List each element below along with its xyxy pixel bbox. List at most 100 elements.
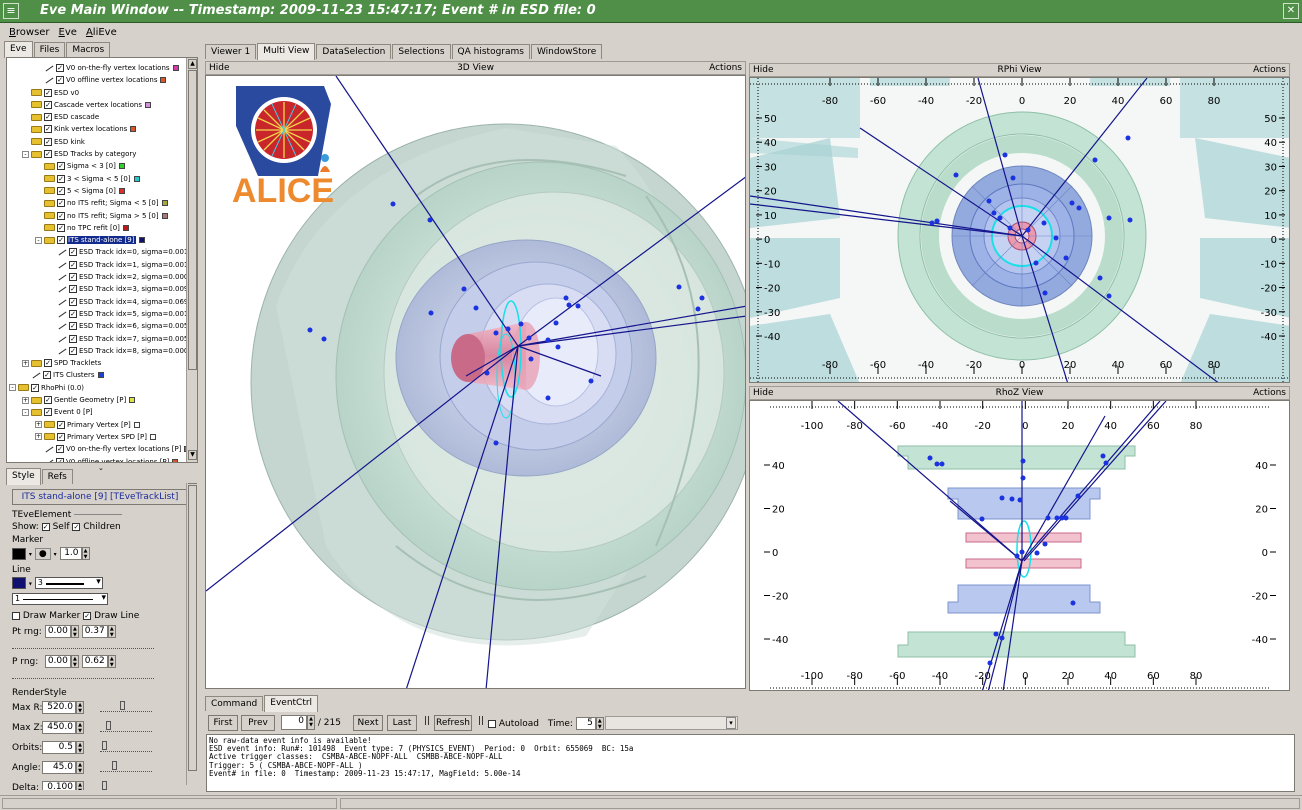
tree-item[interactable]: - ✓ ESD Tracks by category bbox=[9, 148, 185, 160]
scroll-down-icon[interactable]: ▼ bbox=[188, 450, 197, 460]
render-param-slider[interactable] bbox=[100, 721, 152, 732]
tree-item[interactable]: ✓ ESD kink bbox=[9, 136, 185, 148]
tree-item[interactable]: - ✓ RhoPhi (0.0) bbox=[9, 382, 185, 394]
visibility-checkbox[interactable]: ✓ bbox=[44, 125, 52, 134]
visibility-checkbox[interactable]: ✓ bbox=[69, 297, 77, 306]
tree-item[interactable]: ✓ ITS Clusters bbox=[9, 369, 185, 381]
visibility-checkbox[interactable]: ✓ bbox=[44, 150, 52, 159]
expand-toggle-icon[interactable]: + bbox=[35, 421, 42, 429]
menu-browser[interactable]: Browser bbox=[9, 27, 50, 38]
tab-command[interactable]: Command bbox=[205, 696, 264, 711]
time-input[interactable]: 5 bbox=[575, 717, 596, 730]
expand-toggle-icon[interactable]: - bbox=[22, 408, 29, 416]
visibility-checkbox[interactable]: ✓ bbox=[57, 236, 65, 245]
tab-qa-histograms[interactable]: QA histograms bbox=[451, 44, 530, 59]
close-icon[interactable]: ✕ bbox=[1283, 3, 1299, 19]
tree-item[interactable]: ✓ Kink vertex locations bbox=[9, 123, 185, 135]
tab-selections[interactable]: Selections bbox=[392, 44, 451, 59]
object-name-button[interactable]: ITS stand-alone [9] [TEveTrackList] bbox=[12, 489, 188, 505]
visibility-checkbox[interactable]: ✓ bbox=[57, 211, 65, 220]
render-param-spinner[interactable]: ▲▼ bbox=[76, 721, 84, 734]
menu-alieve[interactable]: AliEve bbox=[86, 27, 117, 38]
prev-button[interactable]: Prev bbox=[241, 715, 275, 731]
tree-item[interactable]: ✓ Sigma < 3 [0] bbox=[9, 160, 185, 172]
visibility-checkbox[interactable]: ✓ bbox=[57, 432, 65, 441]
visibility-checkbox[interactable]: ✓ bbox=[69, 260, 77, 269]
line-width-combo[interactable]: 3 bbox=[34, 577, 103, 589]
visibility-checkbox[interactable]: ✓ bbox=[44, 88, 52, 97]
render-param-slider[interactable] bbox=[100, 781, 152, 790]
rhoz-projection[interactable]: -100 -80 -60 -40 -20 0 20 40 60 80-100 -80 -60 -40 -2… bbox=[750, 401, 1290, 691]
pt-max-spinner[interactable]: ▲ ▼ bbox=[107, 625, 116, 638]
slider-knob[interactable] bbox=[119, 701, 125, 710]
pt-min-input[interactable]: 0.00 bbox=[44, 625, 71, 638]
editor-scroll-up-icon[interactable]: ▲ bbox=[188, 483, 197, 484]
visibility-checkbox[interactable]: ✓ bbox=[56, 76, 64, 85]
tab-multi-view[interactable]: Multi View bbox=[257, 43, 316, 60]
menu-eve[interactable]: Eve bbox=[59, 27, 77, 38]
window-menu-icon[interactable]: ≡ bbox=[3, 3, 19, 19]
line-color-button[interactable] bbox=[12, 577, 26, 589]
visibility-checkbox[interactable]: ✓ bbox=[69, 322, 77, 331]
visibility-checkbox[interactable]: ✓ bbox=[31, 383, 39, 392]
pt-range-slider[interactable] bbox=[12, 641, 154, 649]
event-number-input[interactable]: 0 bbox=[281, 715, 307, 730]
tree-item[interactable]: - ✓ Event 0 [P] bbox=[9, 406, 185, 418]
tree-item[interactable]: ✓ 5 < Sigma [0] bbox=[9, 185, 185, 197]
slider-knob[interactable] bbox=[102, 741, 108, 750]
visibility-checkbox[interactable]: ✓ bbox=[57, 162, 65, 171]
tree-item[interactable]: ✓ no ITS refit; Sigma > 5 [0] bbox=[9, 210, 185, 222]
visibility-checkbox[interactable]: ✓ bbox=[43, 371, 51, 380]
visibility-checkbox[interactable]: ✓ bbox=[57, 174, 65, 183]
tree-item[interactable]: ✓ V0 offline vertex locations [P] bbox=[9, 456, 185, 462]
tree-item[interactable]: ✓ ESD Track idx=2, sigma=0.000 bbox=[9, 271, 197, 283]
p-range-slider[interactable] bbox=[12, 671, 154, 679]
rhoz-view-canvas[interactable]: -100 -80 -60 -40 -20 0 20 40 60 80 -100 -80 -60 -40 -2… bbox=[749, 400, 1290, 691]
rphi-actions-button[interactable]: Actions bbox=[1253, 64, 1286, 76]
tab-files[interactable]: Files bbox=[33, 42, 66, 57]
tree-item[interactable]: + ✓ Primary Vertex [P] bbox=[9, 419, 185, 431]
visibility-checkbox[interactable]: ✓ bbox=[69, 309, 77, 318]
scroll-up-icon[interactable]: ▲ bbox=[188, 59, 197, 69]
tree-item[interactable]: ✓ V0 on-the-fly vertex locations bbox=[9, 62, 185, 74]
draw-marker-checkbox[interactable] bbox=[12, 611, 20, 620]
children-checkbox[interactable]: ✓ bbox=[72, 522, 81, 531]
render-param-input[interactable]: 45.0 bbox=[42, 761, 76, 774]
p-max-spinner[interactable]: ▲ ▼ bbox=[107, 655, 116, 668]
marker-size-input[interactable]: 1.0 bbox=[59, 547, 82, 560]
rphi-projection[interactable]: -80 -60 -40 -20 0 20 40 60 80-80 -60 -40 -20 0 20 40 60… bbox=[750, 78, 1290, 383]
tree-item[interactable]: ✓ ESD Track idx=4, sigma=0.069 bbox=[9, 296, 197, 308]
visibility-checkbox[interactable]: ✓ bbox=[44, 137, 52, 146]
pt-max-input[interactable]: 0.37 bbox=[81, 625, 108, 638]
rphi-view-canvas[interactable]: -80 -60 -40 -20 0 20 40 60 80 -80 -60 -40 -20 0 20 40 60… bbox=[749, 77, 1290, 383]
eve-object-tree[interactable]: ✓ V0 on-the-fly vertex locations ✓ V0 offli… bbox=[6, 57, 198, 463]
render-param-spinner[interactable]: ▲▼ bbox=[76, 761, 84, 774]
visibility-checkbox[interactable]: ✓ bbox=[44, 359, 52, 368]
marker-style-button[interactable]: ● bbox=[34, 547, 51, 560]
slider-knob[interactable] bbox=[111, 761, 117, 770]
visibility-checkbox[interactable]: ✓ bbox=[44, 113, 52, 122]
tab-data-selection[interactable]: DataSelection bbox=[316, 44, 392, 59]
visibility-checkbox[interactable]: ✓ bbox=[69, 285, 77, 294]
tree-item[interactable]: ✓ no TPC refit [0] bbox=[9, 222, 185, 234]
last-button[interactable]: Last bbox=[387, 715, 417, 731]
tree-item[interactable]: ✓ Cascade vertex locations bbox=[9, 99, 185, 111]
marker-size-spinner[interactable]: ▲ ▼ bbox=[81, 547, 90, 560]
draw-line-checkbox[interactable]: ✓ bbox=[83, 611, 92, 620]
expand-toggle-icon[interactable]: - bbox=[35, 236, 42, 244]
visibility-checkbox[interactable]: ✓ bbox=[56, 445, 64, 454]
visibility-checkbox[interactable]: ✓ bbox=[57, 199, 65, 208]
render-param-slider[interactable] bbox=[100, 761, 152, 772]
3d-view-canvas[interactable]: ALICE bbox=[205, 75, 746, 689]
3d-scene[interactable]: ALICE bbox=[206, 76, 746, 689]
marker-color-button[interactable] bbox=[12, 547, 26, 560]
editor-scroll-thumb[interactable] bbox=[188, 485, 197, 771]
self-checkbox[interactable]: ✓ bbox=[41, 522, 50, 531]
tree-item[interactable]: ✓ ESD Track idx=8, sigma=0.000 bbox=[9, 345, 197, 357]
time-spinner[interactable]: ▲ ▼ bbox=[595, 717, 604, 730]
slider-knob[interactable] bbox=[102, 781, 108, 790]
event-number-spinner[interactable]: ▲ ▼ bbox=[307, 715, 315, 730]
scroll-thumb[interactable] bbox=[188, 70, 197, 370]
pt-min-spinner[interactable]: ▲ ▼ bbox=[70, 625, 79, 638]
render-param-input[interactable]: 520.0 bbox=[42, 701, 76, 714]
